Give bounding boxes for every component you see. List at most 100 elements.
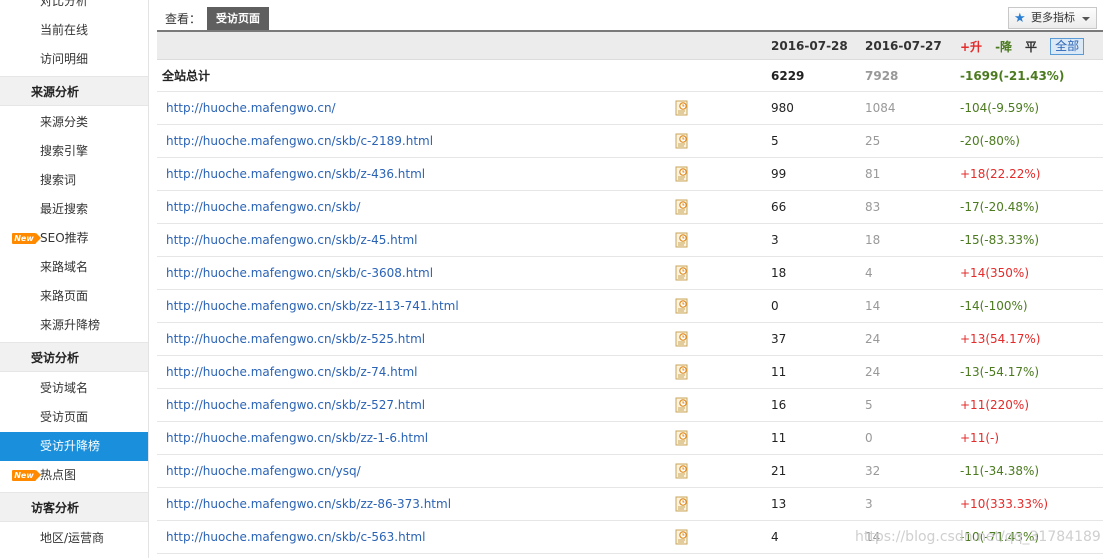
sidebar-item[interactable]: 受访页面 [0,403,148,432]
page-url-link[interactable]: http://huoche.mafengwo.cn/skb/z-74.html [166,356,418,388]
sidebar-item-label: SEO推荐 [40,231,89,245]
change-value: -14(-100%) [960,299,1028,313]
trend-detail-icon[interactable] [675,257,689,289]
sidebar-item-label: 来源升降榜 [40,318,101,332]
table-row: http://huoche.mafengwo.cn/980 1084 -104(-9… [157,92,1103,125]
tab-visited-pages[interactable]: 受访页面 [207,7,269,30]
rank-table: 2016-07-28 2016-07-27 +升 -降 平 全部 全站总计 62… [157,32,1103,554]
value-date1: 16 [771,398,787,412]
page-url-link[interactable]: http://huoche.mafengwo.cn/skb/z-45.html [166,224,418,256]
sidebar-item[interactable]: 来源分类 [0,108,148,137]
value-date2: 5 [865,398,873,412]
filter-flat[interactable]: 平 [1025,38,1037,55]
change-value: -17(-20.48%) [960,200,1040,214]
sidebar-item[interactable]: 最近搜索 [0,195,148,224]
main-panel: 查看： 受访页面 ★ 更多指标 2016-07-28 2016-07-27 +升… [157,0,1103,558]
sidebar-item-label: 来源分类 [40,115,89,129]
sidebar-item-label: 对比分析 [40,0,89,8]
trend-detail-icon[interactable] [675,92,689,124]
filter-down[interactable]: -降 [995,38,1012,55]
table-row: http://huoche.mafengwo.cn/skb/z-436.html… [157,158,1103,191]
page-url-link[interactable]: http://huoche.mafengwo.cn/ysq/ [166,455,361,487]
page-url-link[interactable]: http://huoche.mafengwo.cn/skb/z-436.html [166,158,425,190]
page-url-link[interactable]: http://huoche.mafengwo.cn/skb/ [166,191,360,223]
page-url-link[interactable]: http://huoche.mafengwo.cn/skb/zz-1-6.htm… [166,422,428,454]
trend-detail-icon[interactable] [675,422,689,454]
sidebar-item[interactable]: 受访升降榜 [0,432,148,461]
table-row: http://huoche.mafengwo.cn/skb/z-45.html 3… [157,224,1103,257]
sidebar-item[interactable]: 来路域名 [0,253,148,282]
page-url-link[interactable]: http://huoche.mafengwo.cn/skb/c-563.html [166,521,425,553]
trend-detail-icon[interactable] [675,125,689,157]
trend-detail-icon[interactable] [675,323,689,355]
value-date1: 99 [771,167,787,181]
sidebar-item[interactable]: 对比分析 [0,0,148,16]
change-value: +10(333.33%) [960,497,1049,511]
sidebar: 对比分析 当前在线 访问明细 来源分析 来源分类 搜索引擎 搜索词 最近搜索 New SEO推荐来… [0,0,149,558]
value-date2: 14 [865,299,881,313]
value-date1: 11 [771,365,787,379]
trend-detail-icon[interactable] [675,356,689,388]
sidebar-item[interactable]: 当前在线 [0,16,148,45]
trend-detail-icon[interactable] [675,224,689,256]
filter-up[interactable]: +升 [960,38,982,55]
value-date1: 66 [771,200,787,214]
page-url-link[interactable]: http://huoche.mafengwo.cn/skb/z-525.html [166,323,425,355]
change-value: +14(350%) [960,266,1029,280]
sidebar-item[interactable]: 搜索引擎 [0,137,148,166]
trend-detail-icon[interactable] [675,521,689,553]
sidebar-section-header[interactable]: 访客分析 [0,492,148,522]
change-value: -13(-54.17%) [960,365,1040,379]
table-row: http://huoche.mafengwo.cn/skb/z-525.html… [157,323,1103,356]
total-change: -1699(-21.43%) [960,68,1065,83]
sidebar-section-header[interactable]: 受访分析 [0,342,148,372]
table-row: http://huoche.mafengwo.cn/skb/66 83 -17(-2… [157,191,1103,224]
value-date1: 11 [771,431,787,445]
sidebar-section-header[interactable]: 来源分析 [0,76,148,106]
value-date2: 24 [865,365,881,379]
change-value: -11(-34.38%) [960,464,1040,478]
page-url-link[interactable]: http://huoche.mafengwo.cn/skb/c-2189.htm… [166,125,433,157]
sidebar-item[interactable]: New SEO推荐 [0,224,148,253]
value-date2: 0 [865,431,873,445]
value-date1: 0 [771,299,779,313]
trend-detail-icon[interactable] [675,290,689,322]
value-date2: 1084 [865,101,896,115]
page-url-link[interactable]: http://huoche.mafengwo.cn/skb/zz-113-741… [166,290,459,322]
trend-detail-icon[interactable] [675,158,689,190]
column-date2[interactable]: 2016-07-27 [865,32,942,59]
page-url-link[interactable]: http://huoche.mafengwo.cn/skb/c-3608.htm… [166,257,433,289]
page-url-link[interactable]: http://huoche.mafengwo.cn/ [166,92,336,124]
sidebar-item-label: 受访域名 [40,381,89,395]
value-date2: 3 [865,497,873,511]
sidebar-item[interactable]: 来源升降榜 [0,311,148,340]
sidebar-item[interactable]: 搜索词 [0,166,148,195]
value-date1: 21 [771,464,787,478]
page-url-link[interactable]: http://huoche.mafengwo.cn/skb/zz-86-373.… [166,488,451,520]
value-date2: 4 [865,266,873,280]
table-row: http://huoche.mafengwo.cn/skb/zz-1-6.htm… [157,422,1103,455]
table-row: http://huoche.mafengwo.cn/skb/zz-113-741… [157,290,1103,323]
sidebar-item[interactable]: 地区/运营商 [0,524,148,553]
value-date1: 18 [771,266,787,280]
value-date2: 83 [865,200,881,214]
sidebar-item[interactable]: 来路页面 [0,282,148,311]
change-value: +13(54.17%) [960,332,1041,346]
trend-detail-icon[interactable] [675,191,689,223]
value-date1: 37 [771,332,787,346]
more-metrics-button[interactable]: ★ 更多指标 [1008,7,1097,29]
page-url-link[interactable]: http://huoche.mafengwo.cn/skb/z-527.html [166,389,425,421]
column-date1[interactable]: 2016-07-28 [771,32,848,59]
table-row: http://huoche.mafengwo.cn/skb/z-74.html 1… [157,356,1103,389]
filter-all[interactable]: 全部 [1050,37,1085,55]
trend-detail-icon[interactable] [675,488,689,520]
view-label: 查看： [165,12,202,26]
sidebar-item[interactable]: 受访域名 [0,374,148,403]
sidebar-item[interactable]: 访问明细 [0,45,148,74]
sidebar-item-label: 搜索引擎 [40,144,89,158]
trend-detail-icon[interactable] [675,455,689,487]
change-value: -20(-80%) [960,134,1020,148]
sidebar-item[interactable]: New 热点图 [0,461,148,490]
trend-detail-icon[interactable] [675,389,689,421]
value-date1: 5 [771,134,779,148]
